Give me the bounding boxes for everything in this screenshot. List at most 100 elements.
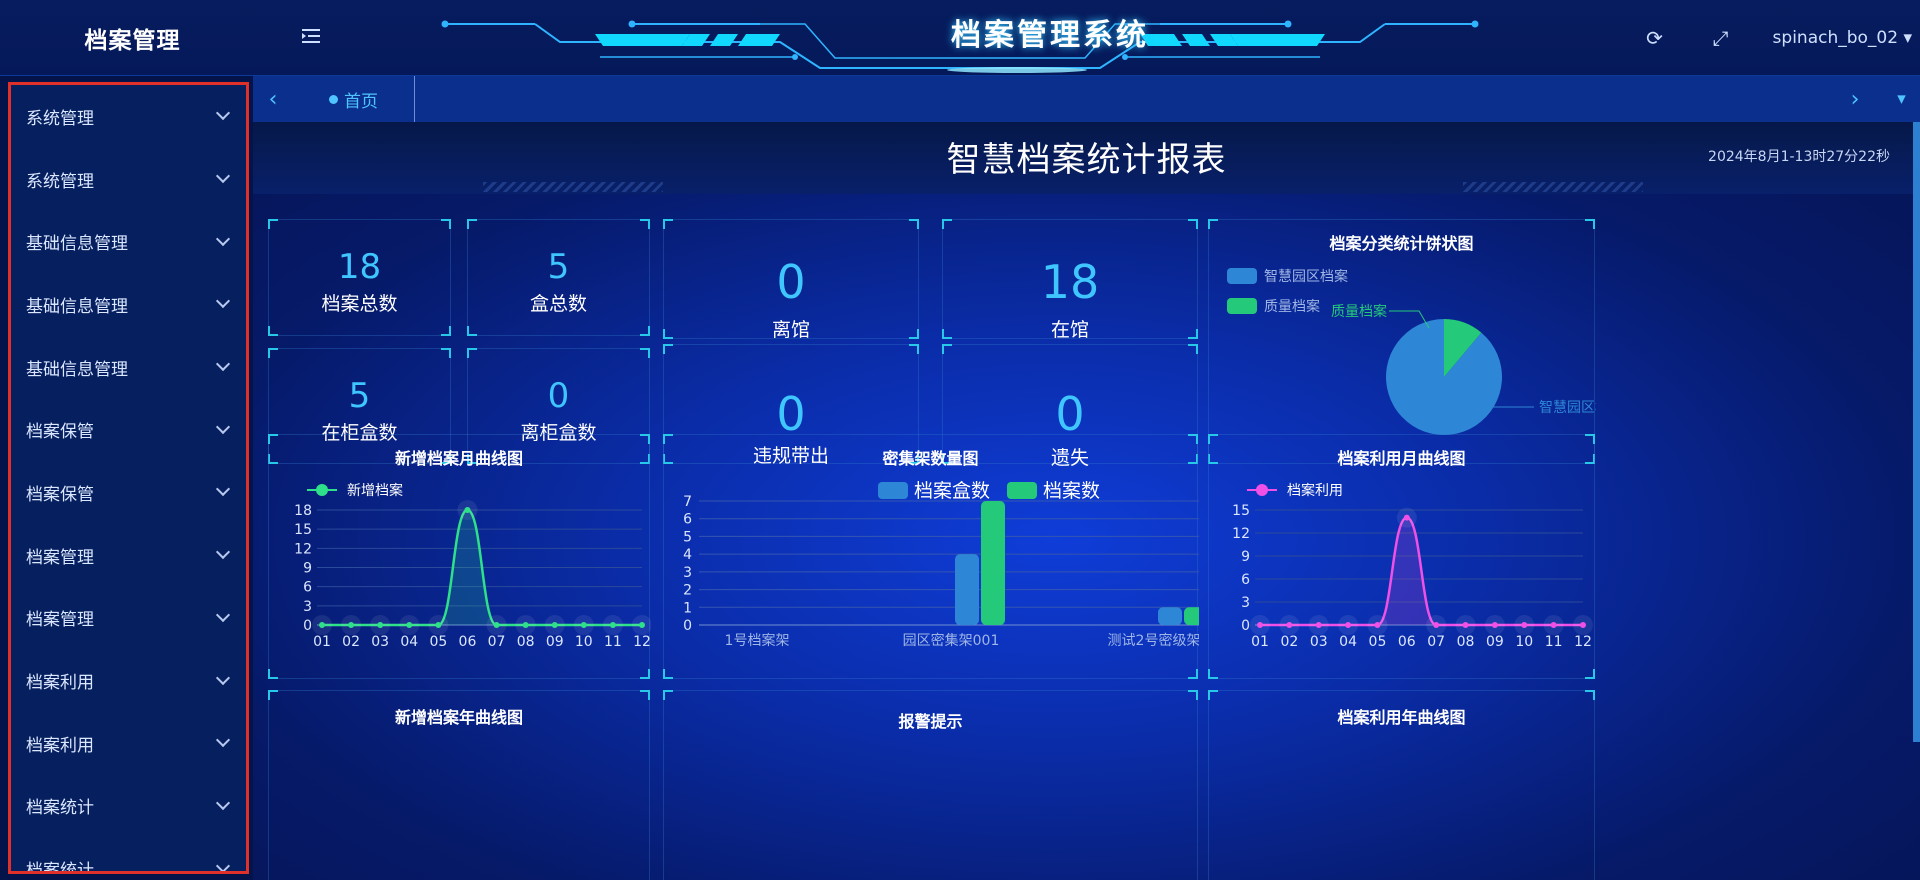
stat-value: 0	[776, 387, 806, 441]
new-archive-yearly-panel: 新增档案年曲线图	[268, 690, 650, 880]
y-tick-label: 12	[294, 541, 312, 557]
y-tick-label: 18	[294, 503, 312, 519]
x-tick-label: 03	[371, 634, 389, 650]
x-tick-label: 测试2号密级架	[1108, 632, 1199, 649]
chevron-down-icon	[215, 231, 231, 246]
sidebar-item-label: 档案统计	[26, 861, 94, 874]
tab-prev-icon[interactable]: ‹	[255, 76, 291, 122]
sidebar-item[interactable]: 基础信息管理	[11, 273, 246, 336]
y-tick-label: 0	[683, 618, 692, 634]
y-tick-label: 0	[303, 618, 312, 634]
x-tick-label: 05	[1369, 634, 1387, 650]
y-tick-label: 4	[683, 547, 692, 563]
bar	[1158, 607, 1182, 625]
data-point	[377, 622, 384, 628]
pie-chart: 智慧园区档案质量档案智慧园区档案质量档案	[1227, 268, 1596, 435]
data-point	[580, 622, 587, 628]
x-tick-label: 07	[1427, 634, 1445, 650]
data-point	[435, 622, 442, 628]
sidebar-item[interactable]: 档案利用	[11, 649, 246, 712]
user-menu[interactable]: spinach_bo_02 ▾	[1773, 28, 1912, 48]
sidebar-item[interactable]: 系统管理	[11, 85, 246, 148]
shelf-count-panel: 密集架数量图 0 1 2 3 4 5 6 7 1号档案架 园区密集架001 测试2号密级架 档案盒数档…	[663, 434, 1199, 679]
data-point	[1286, 622, 1293, 628]
sidebar-menu: 系统管理 系统管理 基础信息管理 基础信息管理 基础信息管理 档案保管 档案保管 档案管理 档案…	[8, 82, 249, 874]
x-tick-label: 06	[459, 634, 477, 650]
menu-fold-icon[interactable]	[300, 27, 324, 47]
chevron-down-icon	[215, 482, 231, 497]
sidebar-item[interactable]: 基础信息管理	[11, 336, 246, 399]
bar	[981, 501, 1005, 625]
stat-value: 0	[547, 376, 570, 416]
y-tick-label: 1	[683, 600, 692, 616]
y-tick-label: 3	[683, 565, 692, 581]
chevron-down-icon	[215, 607, 231, 622]
y-tick-label: 15	[294, 522, 312, 538]
bar	[1184, 607, 1199, 625]
data-point	[1257, 622, 1263, 628]
data-point	[493, 622, 500, 628]
data-point	[464, 507, 471, 513]
x-tick-label: 04	[400, 634, 418, 650]
x-tick-label: 04	[1339, 634, 1357, 650]
sidebar-item[interactable]: 档案管理	[11, 587, 246, 650]
chevron-down-icon	[215, 419, 231, 434]
x-tick-label: 12	[633, 634, 651, 650]
tab-home[interactable]: 首页	[293, 76, 415, 122]
data-point	[1315, 622, 1322, 628]
usage-yearly-panel: 档案利用年曲线图	[1208, 690, 1595, 880]
data-point	[406, 622, 413, 628]
usage-yearly-title: 档案利用年曲线图	[1337, 708, 1466, 727]
tab-home-label: 首页	[344, 91, 378, 112]
sidebar-item-label: 基础信息管理	[26, 234, 128, 255]
legend-label: 档案利用	[1287, 482, 1343, 499]
stat-value: 5	[348, 376, 371, 416]
page-scrollbar[interactable]	[1913, 122, 1920, 742]
y-tick-label: 9	[303, 561, 312, 577]
sidebar-item[interactable]: 档案保管	[11, 461, 246, 524]
x-tick-label: 05	[429, 634, 447, 650]
chevron-down-icon	[215, 294, 231, 309]
data-point	[551, 622, 558, 628]
data-point	[1491, 622, 1498, 628]
stat-label: 在馆	[1050, 319, 1089, 341]
sidebar-item[interactable]: 系统管理	[11, 148, 246, 211]
y-tick-label: 0	[1241, 618, 1250, 634]
data-point	[609, 622, 616, 628]
alarm-title: 报警提示	[898, 712, 963, 731]
chevron-down-icon	[215, 670, 231, 685]
tab-next-icon[interactable]: ›	[1837, 76, 1873, 122]
legend-label: 质量档案	[1264, 298, 1320, 315]
x-tick-label: 1号档案架	[725, 632, 790, 649]
fullscreen-icon[interactable]: ⤢	[1707, 26, 1735, 50]
x-tick-label: 02	[1280, 634, 1298, 650]
data-point	[1345, 622, 1352, 628]
legend-swatch	[1007, 482, 1037, 499]
sidebar-item[interactable]: 档案利用	[11, 712, 246, 775]
y-tick-label: 3	[1241, 595, 1250, 611]
sidebar-item[interactable]: 基础信息管理	[11, 210, 246, 273]
chevron-down-icon	[215, 733, 231, 748]
y-tick-label: 6	[1241, 572, 1250, 588]
x-tick-label: 11	[1545, 634, 1563, 650]
tab-more-icon[interactable]: ▾	[1883, 76, 1920, 122]
legend-swatch	[1227, 298, 1257, 314]
sidebar-item[interactable]: 档案统计	[11, 775, 246, 838]
stat-value: 0	[776, 255, 806, 309]
legend-label: 新增档案	[347, 482, 403, 499]
x-tick-label: 10	[575, 634, 593, 650]
sidebar-item[interactable]: 档案保管	[11, 398, 246, 461]
data-point	[348, 622, 355, 628]
pie-chart-panel: 档案分类统计饼状图 智慧园区档案质量档案智慧园区档案质量档案	[1208, 219, 1596, 464]
x-tick-label: 08	[517, 634, 535, 650]
sidebar-item[interactable]: 档案管理	[11, 524, 246, 587]
refresh-icon[interactable]: ⟳	[1641, 26, 1669, 50]
y-tick-label: 12	[1232, 526, 1250, 542]
x-tick-label: 01	[313, 634, 331, 650]
sidebar-item[interactable]: 档案统计	[11, 837, 246, 874]
stat-total-boxes: 5 盒总数	[467, 219, 650, 336]
y-tick-label: 2	[683, 583, 692, 599]
data-point	[319, 622, 325, 628]
chevron-down-icon	[215, 858, 231, 871]
stat-total-archives: 18 档案总数	[268, 219, 451, 336]
